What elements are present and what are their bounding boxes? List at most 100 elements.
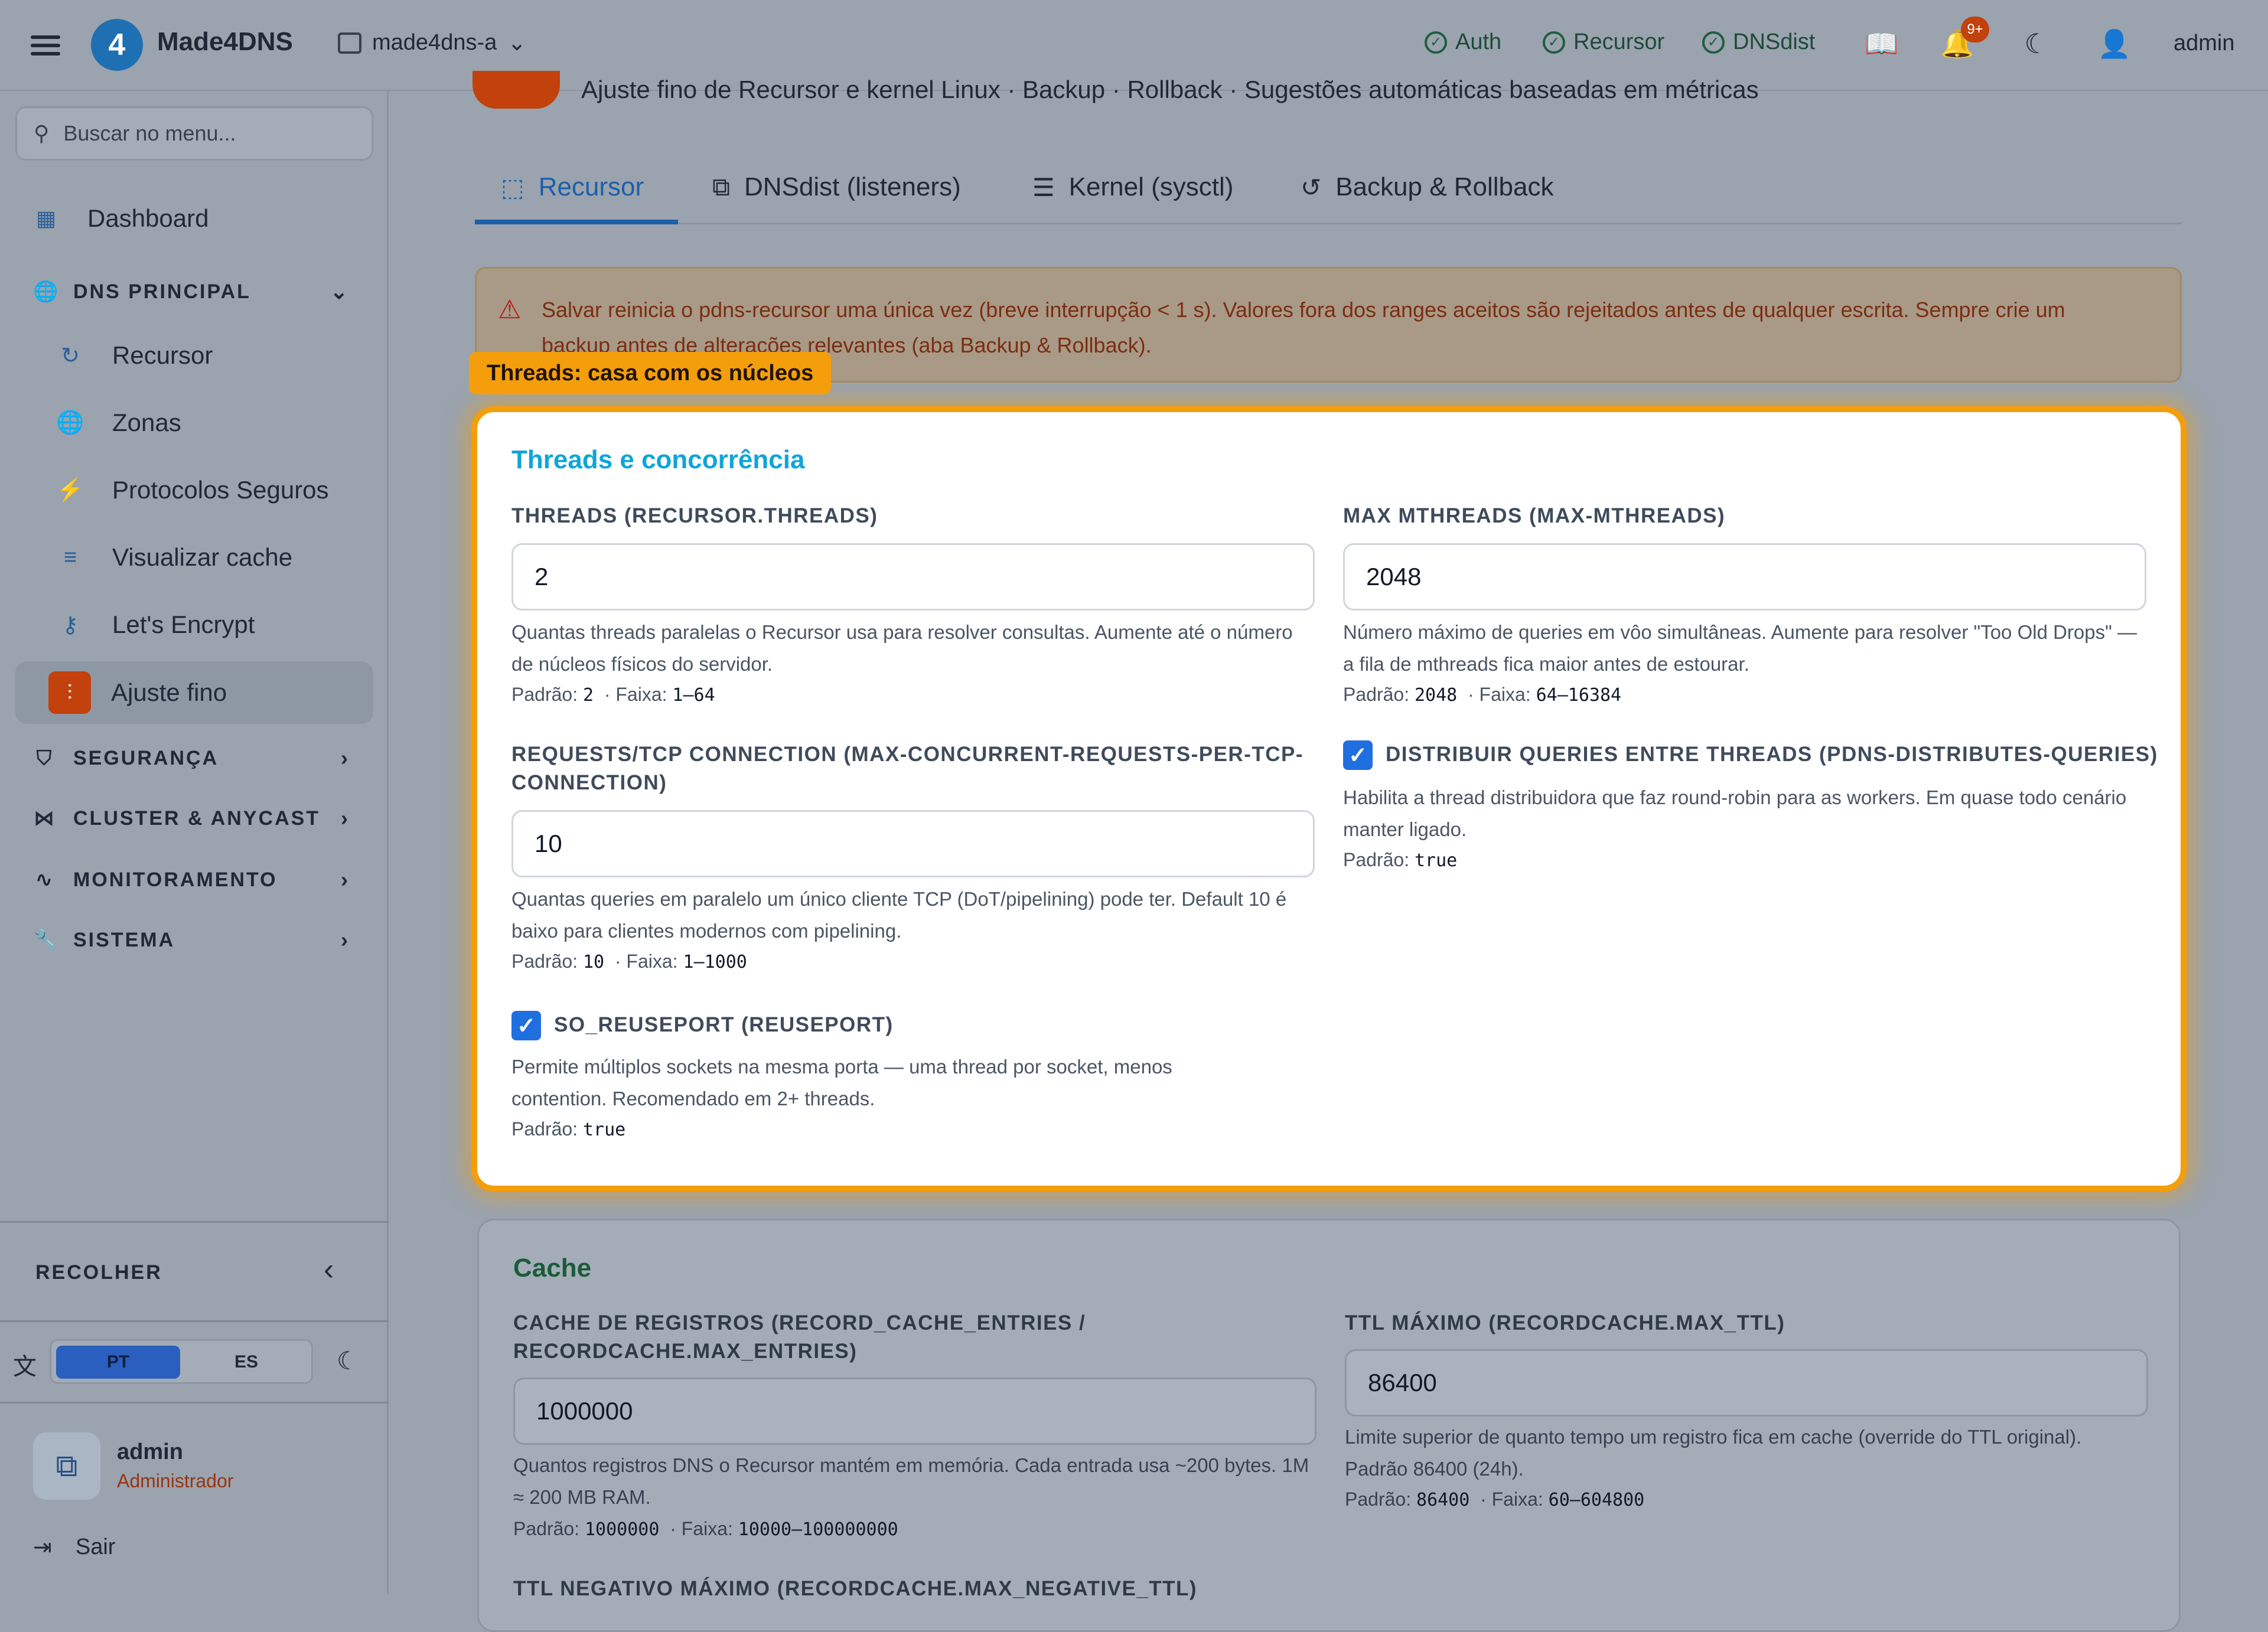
- chevron-right-icon: ›: [341, 928, 350, 952]
- network-icon: ⧉: [712, 172, 730, 201]
- cache-entries-meta: Padrão: 1000000 · Faixa: 10000–100000000: [513, 1518, 898, 1540]
- history-icon: ↺: [1301, 173, 1322, 201]
- sidebar-item-recursor[interactable]: ↻ Recursor: [15, 326, 373, 385]
- card-title: Threads e concorrência: [511, 445, 805, 474]
- wrench-icon: 🔧: [33, 929, 60, 951]
- sidebar-item-cache[interactable]: ≡ Visualizar cache: [15, 528, 373, 587]
- moon-icon[interactable]: ☾: [2020, 27, 2053, 60]
- check-circle-icon: ✓: [1543, 31, 1565, 54]
- globe-icon: 🌐: [56, 410, 84, 435]
- max-ttl-label: TTL MÁXIMO (RECORDCACHE.MAX_TTL): [1345, 1311, 1785, 1334]
- max-mthreads-label: MAX MTHREADS (MAX-MTHREADS): [1343, 504, 1726, 527]
- max-ttl-input[interactable]: 86400: [1345, 1349, 2148, 1416]
- book-icon[interactable]: 📖: [1865, 27, 1898, 60]
- sidebar-item-protocolos[interactable]: ⚡ Protocolos Seguros: [15, 461, 373, 520]
- active-tab-indicator: [475, 220, 678, 224]
- logout-icon: ⇥: [33, 1535, 52, 1560]
- status-recursor[interactable]: ✓ Recursor: [1543, 30, 1664, 55]
- chevron-right-icon: ›: [341, 746, 350, 770]
- cpu-icon: ⬚: [501, 173, 524, 201]
- threads-input[interactable]: 2: [511, 543, 1315, 611]
- cache-entries-help: Quantos registros DNS o Recursor mantém …: [513, 1454, 1309, 1508]
- reuseport-meta: Padrão: true: [511, 1118, 626, 1140]
- page-subtitle: Ajuste fino de Recursor e kernel Linux ·…: [581, 76, 1759, 103]
- sidebar-item-letsencrypt[interactable]: ⚷ Let's Encrypt: [15, 595, 373, 654]
- sidebar-item-zonas[interactable]: 🌐 Zonas: [15, 393, 373, 452]
- chevron-down-icon: ⌄: [507, 31, 527, 56]
- sidebar-group-monitoramento[interactable]: ∿ MONITORAMENTO ›: [15, 856, 373, 903]
- distribute-checkbox[interactable]: ✓: [1343, 740, 1373, 770]
- cache-entries-input[interactable]: 1000000: [513, 1378, 1317, 1445]
- globe-icon: 🌐: [33, 280, 60, 303]
- distribute-help: Habilita a thread distribuidora que faz …: [1343, 786, 2127, 840]
- tab-backup[interactable]: ↺ Backup & Rollback: [1301, 168, 1554, 207]
- sidebar-group-sistema[interactable]: 🔧 SISTEMA ›: [15, 916, 373, 964]
- check-circle-icon: ✓: [1702, 31, 1725, 54]
- shield-icon: ⛉: [36, 746, 54, 769]
- tab-bar: ⬚ Recursor ⧉ DNSdist (listeners) ☰ Kerne…: [475, 150, 2182, 224]
- distribute-meta: Padrão: true: [1343, 849, 1458, 871]
- user-icon[interactable]: 👤: [2097, 27, 2131, 60]
- status-auth[interactable]: ✓ Auth: [1425, 30, 1501, 55]
- max-ttl-meta: Padrão: 86400 · Faixa: 60–604800: [1345, 1489, 1645, 1510]
- max-mthreads-meta: Padrão: 2048 · Faixa: 64–16384: [1343, 684, 1622, 706]
- page-icon: [472, 71, 560, 109]
- sidebar-item-dashboard[interactable]: ▦ Dashboard: [15, 188, 373, 249]
- sliders-icon: ⫶: [48, 671, 91, 714]
- activity-icon: ∿: [35, 869, 54, 891]
- server-icon: [338, 32, 361, 54]
- translate-icon: 文: [13, 1354, 37, 1380]
- max-mthreads-help: Número máximo de queries em vôo simultân…: [1343, 621, 2137, 675]
- lightning-icon: ⚡: [56, 478, 84, 502]
- key-icon: ⚷: [62, 612, 79, 638]
- distribute-label: DISTRIBUIR QUERIES ENTRE THREADS (PDNS-D…: [1386, 743, 2158, 766]
- tab-dnsdist[interactable]: ⧉ DNSdist (listeners): [712, 168, 961, 207]
- sidebar-group-cluster[interactable]: ⋈ CLUSTER & ANYCAST ›: [15, 795, 373, 842]
- logo[interactable]: 4: [91, 19, 143, 71]
- menu-icon[interactable]: [31, 31, 60, 60]
- language-switch: PT ES: [50, 1339, 313, 1384]
- search-input[interactable]: ⚲ Buscar no menu...: [15, 106, 373, 161]
- database-icon: ≡: [63, 544, 77, 570]
- max-ttl-help: Limite superior de quanto tempo um regis…: [1345, 1426, 2082, 1480]
- reuseport-checkbox[interactable]: ✓: [511, 1011, 541, 1040]
- tab-recursor[interactable]: ⬚ Recursor: [501, 168, 644, 207]
- notification-badge: 9+: [1961, 17, 1989, 43]
- server-selector[interactable]: made4dns-a ⌄: [338, 30, 526, 56]
- lang-es-button[interactable]: ES: [187, 1346, 305, 1379]
- moon-icon[interactable]: ☾: [337, 1346, 359, 1375]
- user-name: admin: [117, 1440, 183, 1464]
- brand-name: Made4DNS: [157, 27, 293, 56]
- tab-kernel[interactable]: ☰ Kernel (sysctl): [1032, 168, 1233, 207]
- requests-tcp-label: REQUESTS/TCP CONNECTION (MAX-CONCURRENT-…: [511, 743, 1304, 794]
- threads-meta: Padrão: 2 · Faixa: 1–64: [511, 684, 715, 706]
- requests-tcp-input[interactable]: 10: [511, 810, 1315, 877]
- share-icon: ⋈: [34, 807, 56, 830]
- reuseport-help: Permite múltiplos sockets na mesma porta…: [511, 1056, 1172, 1109]
- highlight-callout: Threads: casa com os núcleos: [469, 352, 832, 394]
- sidebar-group-seguranca[interactable]: ⛉ SEGURANÇA ›: [15, 735, 373, 782]
- collapse-label: RECOLHER: [35, 1261, 162, 1284]
- sidebar-group-dns-principal[interactable]: 🌐 DNS PRINCIPAL ⌄: [15, 268, 373, 315]
- divider: [0, 1221, 389, 1223]
- chevron-right-icon: ›: [341, 867, 350, 892]
- check-circle-icon: ✓: [1425, 31, 1447, 54]
- server-icon: ☰: [1032, 173, 1055, 201]
- logout-button[interactable]: ⇥ Sair: [33, 1534, 115, 1561]
- card-title: Cache: [513, 1254, 592, 1282]
- max-mthreads-input[interactable]: 2048: [1343, 543, 2146, 611]
- avatar: ⧉: [33, 1432, 100, 1500]
- chevron-left-icon[interactable]: ‹: [324, 1252, 334, 1287]
- threads-card: Threads e concorrência THREADS (RECURSOR…: [477, 412, 2181, 1186]
- search-icon: ⚲: [34, 121, 50, 145]
- sidebar-item-ajuste-fino[interactable]: ⫶ Ajuste fino: [15, 661, 373, 724]
- chevron-down-icon: ⌄: [330, 279, 350, 303]
- status-dnsdist[interactable]: ✓ DNSdist: [1702, 30, 1815, 55]
- cache-card: Cache CACHE DE REGISTROS (RECORD_CACHE_E…: [477, 1219, 2181, 1632]
- user-menu[interactable]: admin: [2174, 31, 2235, 56]
- server-name: made4dns-a: [372, 30, 497, 55]
- dashboard-icon: ▦: [35, 206, 56, 230]
- lang-pt-button[interactable]: PT: [56, 1346, 180, 1379]
- reuseport-label: SO_REUSEPORT (REUSEPORT): [554, 1013, 894, 1036]
- cache-entries-label: CACHE DE REGISTROS (RECORD_CACHE_ENTRIES…: [513, 1311, 1086, 1363]
